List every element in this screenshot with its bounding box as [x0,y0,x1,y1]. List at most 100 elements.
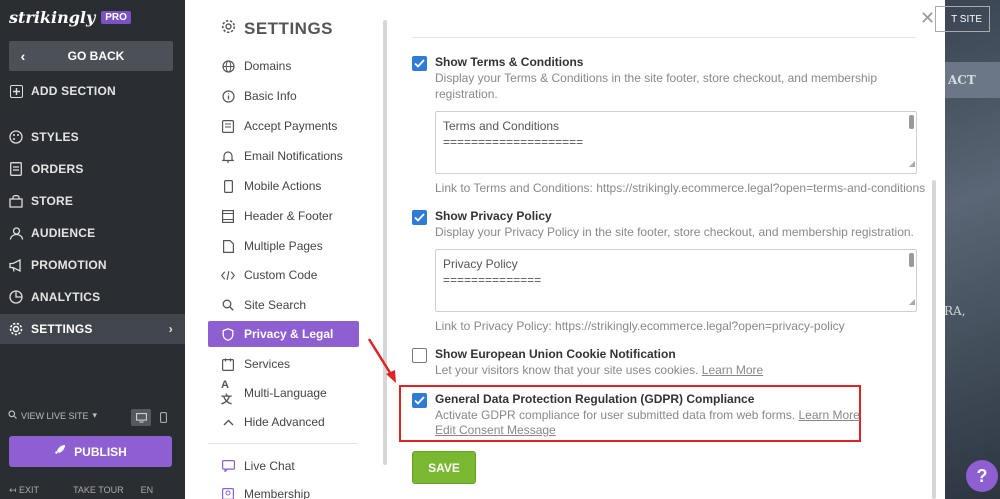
brand: strikingly PRO [9,8,131,27]
take-tour-link[interactable]: TAKE TOUR [73,485,124,495]
gdpr-checkbox[interactable] [412,393,427,408]
settings-nav-email-notifications[interactable]: Email Notifications [208,143,359,169]
sidebar-item-label: ORDERS [31,162,84,176]
gdpr-description: Activate GDPR compliance for user submit… [435,407,860,423]
settings-nav-scrollbar[interactable] [383,20,387,465]
close-icon[interactable]: ✕ [920,8,935,29]
terms-link-note: Link to Terms and Conditions: https://st… [435,181,926,195]
sidebar-item-label: STYLES [31,130,79,144]
search-icon [8,410,17,421]
settings-nav-hide-advanced[interactable]: Hide Advanced [208,409,359,435]
settings-nav-label: Privacy & Legal [244,327,334,341]
settings-nav-multi-language[interactable]: A文 Multi-Language [208,379,359,406]
settings-nav-label: Services [244,357,291,371]
sidebar-item-audience[interactable]: AUDIENCE [0,218,185,248]
site-preview-text: RA, [944,304,966,318]
cookie-checkbox[interactable] [412,348,427,363]
cookie-description-text: Let your visitors know that your site us… [435,363,699,377]
publish-button[interactable]: PUBLISH [9,436,172,467]
privacy-textarea-line: ============== [443,273,542,287]
settings-nav-label: Email Notifications [244,149,343,163]
view-live-site-dropdown[interactable]: VIEW LIVE SITE ▾ [8,410,97,421]
privacy-policy-textarea[interactable]: Privacy Policy ============== ◢ [435,249,917,312]
sidebar-item-analytics[interactable]: ANALYTICS [0,282,185,312]
privacy-policy-title: Show Privacy Policy [435,209,552,223]
settings-nav-label: Membership [244,487,311,499]
sidebar-item-promotion[interactable]: PROMOTION [0,250,185,280]
cookie-description: Let your visitors know that your site us… [435,362,763,378]
mobile-icon[interactable] [153,409,173,426]
settings-nav-divider [208,443,358,444]
code-icon [221,270,235,281]
terms-textarea-line: Terms and Conditions [443,119,560,133]
settings-nav-multiple-pages[interactable]: Multiple Pages [208,233,359,259]
cookie-title: Show European Union Cookie Notification [435,347,676,361]
settings-nav-privacy-legal[interactable]: Privacy & Legal [208,321,359,347]
settings-nav-header-footer[interactable]: Header & Footer [208,203,359,229]
analytics-icon [8,289,24,305]
sidebar-item-add-section[interactable]: ADD SECTION [0,76,185,106]
settings-nav-label: Multiple Pages [244,239,323,253]
language-link[interactable]: EN [141,485,154,495]
language-icon: A文 [221,379,232,406]
edit-consent-message-link[interactable]: Edit Consent Message [435,423,860,438]
settings-nav-site-search[interactable]: Site Search [208,292,359,318]
sidebar-footer: ↤ EXIT TAKE TOUR EN [0,481,185,499]
rocket-icon [54,444,66,459]
plus-square-icon [8,83,24,99]
exit-link[interactable]: ↤ EXIT [9,485,56,496]
settings-nav-label: Accept Payments [244,119,338,133]
sidebar-item-styles[interactable]: STYLES [0,122,185,152]
header-footer-icon [221,209,235,223]
resize-handle-icon[interactable]: ◢ [909,156,915,172]
chevron-up-icon [221,419,235,426]
go-back-label: GO BACK [67,49,125,63]
settings-nav-custom-code[interactable]: Custom Code [208,262,359,288]
gdpr-learn-more-link[interactable]: Learn More [798,408,859,422]
settings-nav-domains[interactable]: Domains [208,53,359,79]
cookie-learn-more-link[interactable]: Learn More [702,363,763,377]
terms-title: Show Terms & Conditions [435,55,584,69]
go-back-button[interactable]: ‹ GO BACK [9,41,173,71]
panel-scrollbar[interactable] [932,180,936,499]
settings-nav-mobile-actions[interactable]: Mobile Actions [208,173,359,199]
save-button[interactable]: SAVE [412,451,476,484]
gear-icon [8,321,24,337]
sidebar-item-label: ADD SECTION [31,84,116,98]
help-button[interactable]: ? [966,460,998,492]
mobile-icon [221,179,235,193]
settings-nav-label: Domains [244,59,292,73]
info-icon [221,89,235,103]
chevron-right-icon: › [168,322,173,336]
textarea-scrollbar[interactable] [909,115,914,129]
brand-logo: strikingly [9,8,96,27]
settings-nav-membership[interactable]: Membership [208,481,359,499]
privacy-legal-panel: Show Terms & Conditions Display your Ter… [399,0,932,499]
payments-icon [221,119,235,133]
publish-label: PUBLISH [74,444,127,459]
exit-label: EXIT [19,484,40,495]
settings-nav: SETTINGS Domains Basic Info Accept Payme… [185,0,387,499]
desktop-icon[interactable] [131,409,151,426]
sidebar-item-orders[interactable]: ORDERS [0,154,185,184]
sidebar-item-settings[interactable]: SETTINGS › [0,314,185,344]
device-toggle [131,409,173,426]
sidebar-item-label: SETTINGS [31,322,93,336]
chevron-left-icon: ‹ [20,48,26,64]
privacy-policy-link-note: Link to Privacy Policy: https://striking… [435,319,845,333]
settings-nav-live-chat[interactable]: Live Chat [208,453,359,479]
terms-textarea[interactable]: Terms and Conditions ===================… [435,111,917,174]
sidebar-item-store[interactable]: STORE [0,186,185,216]
textarea-scrollbar[interactable] [909,253,914,267]
settings-nav-services[interactable]: Services [208,351,359,377]
site-preview-contact: ACT [945,62,1000,98]
resize-handle-icon[interactable]: ◢ [909,294,915,310]
terms-checkbox[interactable] [412,56,427,71]
megaphone-icon [8,257,24,273]
settings-nav-basic-info[interactable]: Basic Info [208,83,359,109]
settings-nav-label: Header & Footer [244,209,333,223]
terms-textarea-line: ==================== [443,135,584,149]
privacy-policy-checkbox[interactable] [412,210,427,225]
red-arrow-annotation [367,338,396,383]
settings-nav-accept-payments[interactable]: Accept Payments [208,113,359,139]
